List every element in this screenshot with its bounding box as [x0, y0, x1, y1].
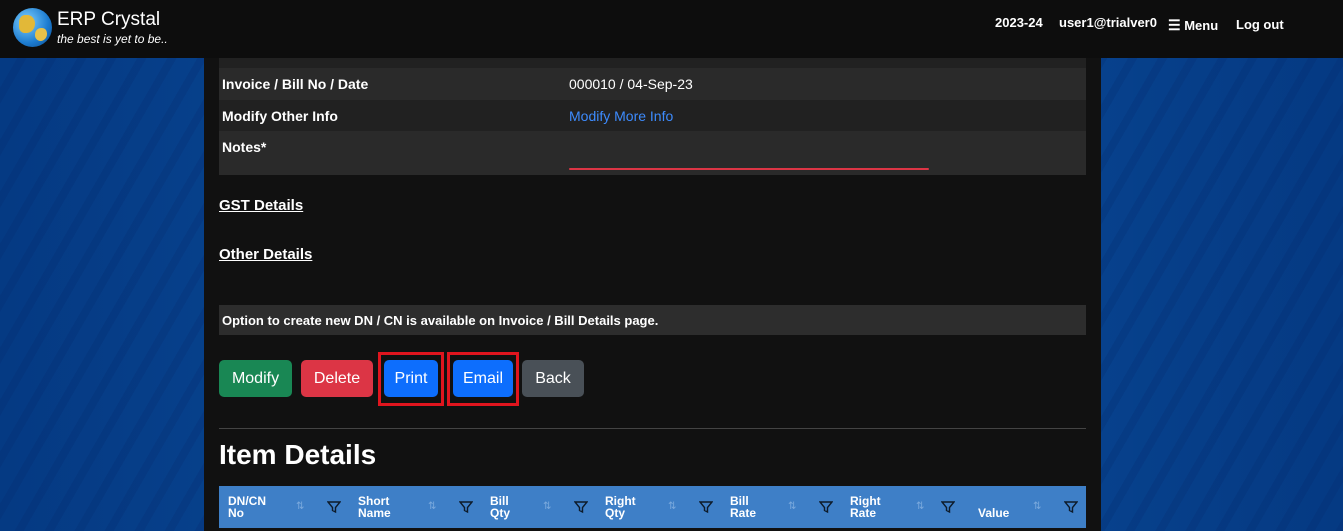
invoice-value: 000010 / 04-Sep-23	[569, 76, 693, 92]
sort-icon[interactable]: ⇅	[543, 501, 551, 512]
table-row: Modify Other Info Modify More Info	[219, 100, 1086, 131]
menu-button[interactable]: ☰ Menu	[1168, 17, 1218, 34]
user-account[interactable]: user1@trialver0	[1059, 15, 1157, 30]
top-navbar: ERP Crystal the best is yet to be.. 2023…	[0, 0, 1343, 58]
modify-info-label: Modify Other Info	[222, 108, 338, 124]
hamburger-icon: ☰	[1168, 17, 1181, 33]
item-details-title: Item Details	[219, 439, 377, 470]
option-note: Option to create new DN / CN is availabl…	[219, 305, 1086, 335]
sort-icon[interactable]: ⇅	[296, 501, 304, 512]
print-button[interactable]: Print	[384, 360, 438, 397]
table-row: Invoice / Bill No / Date 000010 / 04-Sep…	[219, 68, 1086, 100]
column-header-right-qty[interactable]: Right Qty ⇅	[596, 486, 721, 528]
back-button[interactable]: Back	[522, 360, 584, 397]
column-header-dncn-no[interactable]: DN/CN No ⇅	[219, 486, 349, 528]
menu-label: Menu	[1184, 18, 1219, 33]
table-row	[219, 58, 1086, 68]
sort-icon[interactable]: ⇅	[668, 501, 676, 512]
notes-input[interactable]	[569, 168, 929, 170]
filter-icon[interactable]	[819, 500, 833, 514]
filter-icon[interactable]	[574, 500, 588, 514]
logout-link[interactable]: Log out	[1236, 17, 1284, 32]
fiscal-year[interactable]: 2023-24	[995, 15, 1043, 30]
gst-details-link[interactable]: GST Details	[219, 197, 303, 214]
sort-icon[interactable]: ⇅	[916, 501, 924, 512]
column-header-short-name[interactable]: Short Name ⇅	[349, 486, 481, 528]
filter-icon[interactable]	[327, 500, 341, 514]
column-header-bill-qty[interactable]: Bill Qty ⇅	[481, 486, 596, 528]
divider	[219, 428, 1086, 429]
notes-label: Notes*	[222, 139, 267, 155]
modify-button[interactable]: Modify	[219, 360, 292, 397]
filter-icon[interactable]	[1064, 500, 1078, 514]
brand-tagline: the best is yet to be..	[57, 32, 168, 46]
filter-icon[interactable]	[941, 500, 955, 514]
filter-icon[interactable]	[459, 500, 473, 514]
modify-more-info-link[interactable]: Modify More Info	[569, 108, 673, 124]
invoice-label: Invoice / Bill No / Date	[222, 76, 369, 92]
column-header-value[interactable]: Value ⇅	[969, 486, 1086, 528]
other-details-link[interactable]: Other Details	[219, 246, 312, 263]
sort-icon[interactable]: ⇅	[428, 501, 436, 512]
column-header-right-rate[interactable]: Right Rate ⇅	[841, 486, 969, 528]
sort-icon[interactable]: ⇅	[1033, 501, 1041, 512]
filter-icon[interactable]	[699, 500, 713, 514]
globe-logo-icon[interactable]	[13, 8, 52, 47]
voucher-details-table: Invoice / Bill No / Date 000010 / 04-Sep…	[219, 58, 1086, 175]
sort-icon[interactable]: ⇅	[788, 501, 796, 512]
email-button[interactable]: Email	[453, 360, 513, 397]
main-content: Invoice / Bill No / Date 000010 / 04-Sep…	[204, 58, 1101, 531]
delete-button[interactable]: Delete	[301, 360, 373, 397]
item-table-header: DN/CN No ⇅ Short Name ⇅ Bill Qty ⇅ Right…	[219, 486, 1086, 528]
brand-title[interactable]: ERP Crystal	[57, 9, 160, 31]
table-row: Notes*	[219, 131, 1086, 175]
column-header-bill-rate[interactable]: Bill Rate ⇅	[721, 486, 841, 528]
